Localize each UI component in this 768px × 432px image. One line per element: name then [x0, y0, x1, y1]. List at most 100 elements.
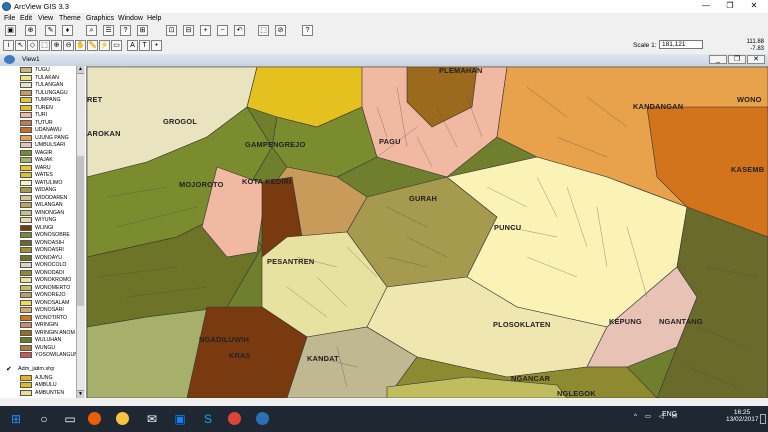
menu-view[interactable]: View [38, 14, 53, 23]
menu-help[interactable]: Help [147, 14, 161, 23]
draw-point-icon[interactable]: • [151, 40, 162, 51]
clear-selection-icon[interactable]: ⊘ [275, 25, 286, 36]
menu-file[interactable]: File [4, 14, 15, 23]
find-icon[interactable]: ⌕ [86, 25, 97, 36]
measure-icon[interactable]: 📏 [87, 40, 98, 51]
zoom-previous-icon[interactable]: ↶ [234, 25, 245, 36]
view-close-button[interactable]: ✕ [747, 55, 765, 64]
store-icon[interactable]: ▣ [172, 411, 188, 427]
skype-icon[interactable]: S [200, 411, 216, 427]
chrome-icon[interactable] [228, 412, 241, 425]
select-feature-icon[interactable]: ⬚ [39, 40, 50, 51]
scroll-up-arrow[interactable]: ▲ [77, 66, 84, 74]
task-view-icon[interactable]: ▭ [62, 411, 78, 427]
theme-name[interactable]: Adm_jatim.shp [18, 366, 54, 372]
zoom-out-icon[interactable]: − [217, 25, 228, 36]
legend-swatch [20, 67, 32, 73]
window-title: ArcView GIS 3.3 [14, 2, 69, 11]
map-label-pesantren: PESANTREN [267, 257, 315, 266]
legend-swatch [20, 269, 32, 276]
info-icon[interactable]: i [3, 40, 14, 51]
hotlink-icon[interactable]: ⚡ [99, 40, 110, 51]
legend-swatch [20, 247, 32, 253]
view-minimize-button[interactable]: _ [709, 55, 727, 64]
zoom-out-tool-icon[interactable]: ⊖ [63, 40, 74, 51]
legend-scrollbar[interactable]: ▲ ▼ [76, 66, 85, 398]
view-restore-button[interactable]: ❐ [728, 55, 746, 64]
scroll-thumb[interactable] [77, 156, 84, 306]
map-label-puncu: PUNCU [494, 223, 522, 232]
pan-icon[interactable]: ✋ [75, 40, 86, 51]
firefox-icon[interactable] [88, 412, 101, 425]
legend-swatch [20, 104, 32, 111]
help-icon[interactable]: ? [302, 25, 313, 36]
legend-swatch [20, 352, 32, 358]
legend-item: YOSOWILANGUN [0, 351, 86, 359]
map-label-kandat: KANDAT [307, 354, 339, 363]
scroll-down-arrow[interactable]: ▼ [77, 390, 84, 398]
map-canvas[interactable]: RET GROGOL PLEMAHAN KANDANGAN WONO AROKA… [87, 67, 768, 398]
legend-swatch [20, 112, 32, 118]
legend-swatch [20, 239, 32, 246]
map-label-plemahan: PLEMAHAN [439, 67, 483, 75]
add-theme-icon[interactable]: ⊕ [25, 25, 36, 36]
locate-address-icon[interactable]: ☰ [103, 25, 114, 36]
map-label-ret: RET [87, 95, 103, 104]
show-desktop-icon[interactable] [760, 414, 766, 424]
legend-label: YOSOWILANGUN [35, 352, 78, 358]
legend-swatch [20, 194, 32, 201]
close-button[interactable]: ✕ [742, 0, 766, 13]
legend-swatch [20, 292, 32, 298]
vertex-edit-icon[interactable]: ◇ [27, 40, 38, 51]
windows-start-icon[interactable]: ⊞ [8, 411, 24, 427]
pointer-icon[interactable]: ↖ [15, 40, 26, 51]
zoom-to-active-icon[interactable]: ⊞ [137, 25, 148, 36]
menu-window[interactable]: Window [118, 14, 143, 23]
label-icon[interactable]: A [127, 40, 138, 51]
menu-graphics[interactable]: Graphics [86, 14, 114, 23]
restore-button[interactable]: ❐ [718, 0, 742, 13]
legend-item: AMBUNTEN [0, 389, 86, 397]
map-label-wono: WONO [737, 95, 762, 104]
save-icon[interactable]: ▣ [5, 25, 16, 36]
zoom-in-tool-icon[interactable]: ⊕ [51, 40, 62, 51]
zoom-in-icon[interactable]: + [200, 25, 211, 36]
mail-icon[interactable]: ✉ [144, 411, 160, 427]
zoom-full-icon[interactable]: ⊟ [183, 25, 194, 36]
arcview-icon[interactable] [256, 412, 269, 425]
tray-icons[interactable]: ^ ▭ ◁ ✉ [634, 412, 680, 420]
search-icon[interactable]: ○ [36, 411, 52, 427]
zoom-to-selected-icon[interactable]: ⊡ [166, 25, 177, 36]
menu-edit[interactable]: Edit [20, 14, 32, 23]
edit-legend-icon[interactable]: ♦ [62, 25, 73, 36]
legend-swatch [20, 74, 32, 81]
map-label-gurah: GURAH [409, 194, 438, 203]
table-of-contents[interactable]: TUGU TULAKAN TULANGAN TULUNGAGU TUMPANG TUREN… [0, 66, 87, 398]
select-features-icon[interactable]: ⬚ [258, 25, 269, 36]
legend-swatch [20, 299, 32, 306]
view-icon [4, 55, 15, 64]
map-label-plosoklaten: PLOSOKLATEN [493, 320, 551, 329]
legend-label: AMBUNTEN [35, 389, 65, 396]
view-title: View1 [22, 56, 40, 63]
clock[interactable]: 16:25 13/02/2017 [726, 409, 759, 423]
legend-swatch [20, 232, 32, 238]
map-label-kasembon: KASEMB [731, 165, 765, 174]
legend-swatch [20, 307, 32, 313]
legend-swatch [20, 89, 32, 96]
scale-input[interactable]: 181,121 [659, 40, 703, 49]
scale-label: Scale 1: [633, 42, 657, 49]
coord-x: 111.88 [746, 39, 764, 45]
theme-properties-icon[interactable]: ✎ [45, 25, 56, 36]
area-of-interest-icon[interactable]: ▭ [111, 40, 122, 51]
legend-swatch [20, 374, 32, 381]
legend-swatch [20, 164, 32, 171]
minimize-button[interactable]: — [694, 0, 718, 13]
map-label-kras: KRAS [229, 351, 251, 360]
legend-swatch [20, 262, 32, 268]
file-explorer-icon[interactable] [116, 412, 129, 425]
text-icon[interactable]: T [139, 40, 150, 51]
theme-visibility-checkbox[interactable]: ✔ [6, 365, 12, 373]
menu-theme[interactable]: Theme [59, 14, 81, 23]
query-builder-icon[interactable]: ? [120, 25, 131, 36]
